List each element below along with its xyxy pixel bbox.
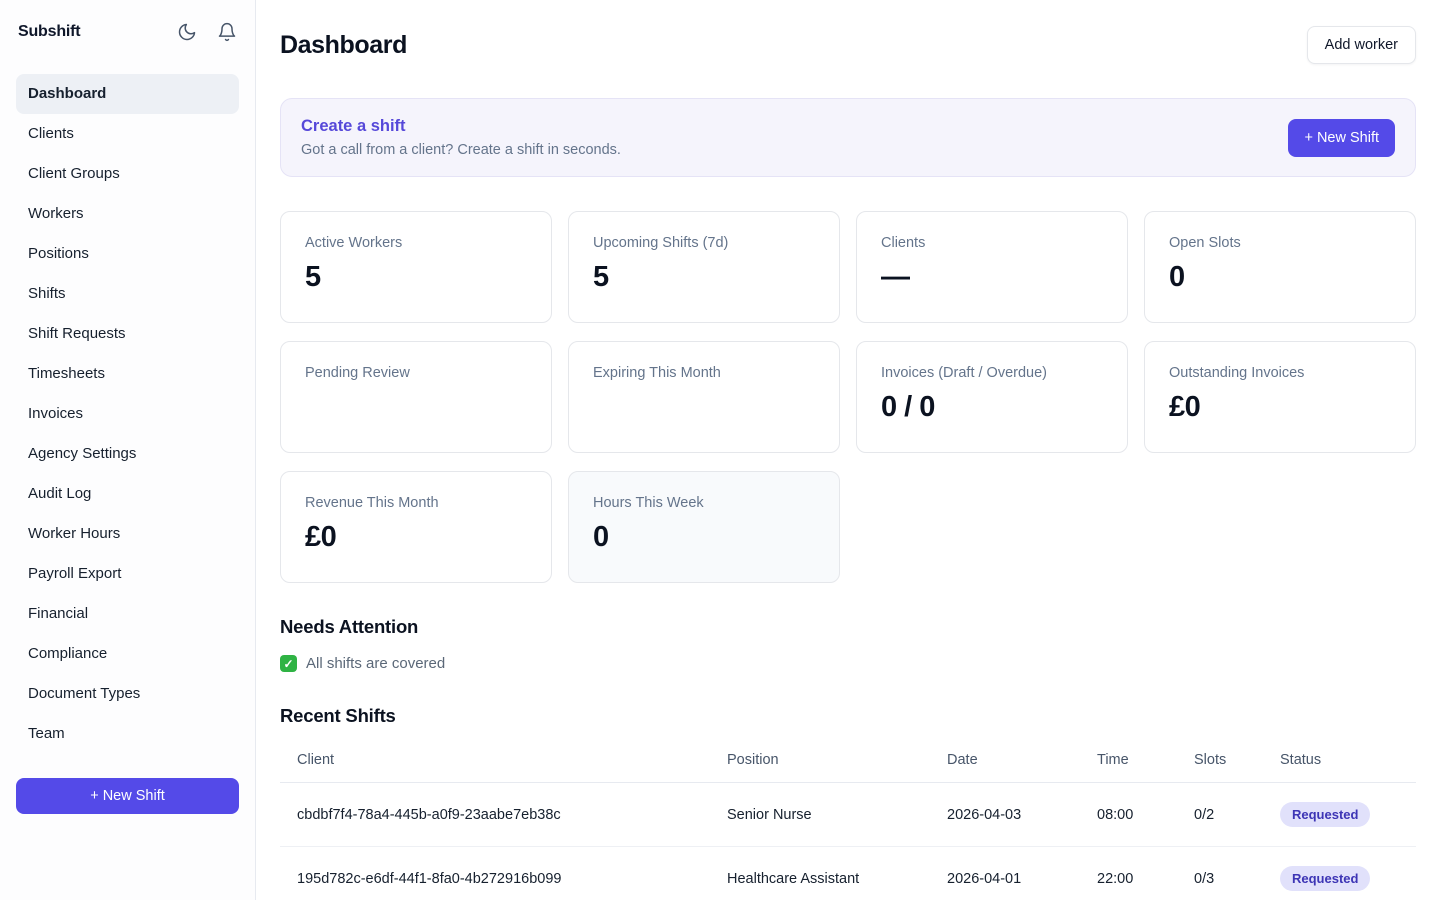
banner-new-shift-button[interactable]: + New Shift bbox=[1288, 119, 1395, 157]
status-badge: Requested bbox=[1280, 866, 1370, 891]
stat-value: £0 bbox=[1169, 391, 1391, 425]
sidebar-item-dashboard[interactable]: Dashboard bbox=[16, 74, 239, 114]
table-header-row: ClientPositionDateTimeSlotsStatus bbox=[280, 740, 1416, 783]
stat-card-pending-review: Pending Review bbox=[280, 341, 552, 453]
recent-shifts-title: Recent Shifts bbox=[280, 705, 1416, 727]
recent-shifts-table: ClientPositionDateTimeSlotsStatus cbdbf7… bbox=[280, 740, 1416, 900]
sidebar-item-compliance[interactable]: Compliance bbox=[16, 634, 239, 674]
cell-slots: 0/2 bbox=[1194, 783, 1280, 847]
stat-value: 0 / 0 bbox=[881, 391, 1103, 425]
cell-position: Healthcare Assistant bbox=[727, 847, 947, 900]
brand-title: Subshift bbox=[18, 23, 80, 41]
app-root: Subshift DashboardClientsClient GroupsWo… bbox=[0, 0, 1440, 900]
column-header-slots: Slots bbox=[1194, 740, 1280, 783]
sidebar-item-payroll-export[interactable]: Payroll Export bbox=[16, 554, 239, 594]
stat-label: Expiring This Month bbox=[593, 365, 815, 381]
stat-card-upcoming-shifts-7d: Upcoming Shifts (7d) 5 bbox=[568, 211, 840, 323]
cell-date: 2026-04-01 bbox=[947, 847, 1097, 900]
banner-title: Create a shift bbox=[301, 117, 621, 136]
stat-value: — bbox=[881, 261, 1103, 295]
stat-card-active-workers: Active Workers 5 bbox=[280, 211, 552, 323]
stat-label: Upcoming Shifts (7d) bbox=[593, 235, 815, 251]
sidebar-header: Subshift bbox=[16, 22, 239, 42]
stat-card-invoices-draft-overdue: Invoices (Draft / Overdue) 0 / 0 bbox=[856, 341, 1128, 453]
stat-card-hours-this-week: Hours This Week 0 bbox=[568, 471, 840, 583]
cell-position: Senior Nurse bbox=[727, 783, 947, 847]
sidebar-item-agency-settings[interactable]: Agency Settings bbox=[16, 434, 239, 474]
banner-subtitle: Got a call from a client? Create a shift… bbox=[301, 142, 621, 158]
stat-card-outstanding-invoices: Outstanding Invoices £0 bbox=[1144, 341, 1416, 453]
stat-label: Clients bbox=[881, 235, 1103, 251]
stat-card-expiring-this-month: Expiring This Month bbox=[568, 341, 840, 453]
sidebar-item-invoices[interactable]: Invoices bbox=[16, 394, 239, 434]
cell-slots: 0/3 bbox=[1194, 847, 1280, 900]
stat-label: Open Slots bbox=[1169, 235, 1391, 251]
check-icon: ✓ bbox=[280, 655, 297, 672]
column-header-position: Position bbox=[727, 740, 947, 783]
cell-status: Requested bbox=[1280, 847, 1416, 900]
column-header-date: Date bbox=[947, 740, 1097, 783]
sidebar-new-shift-button[interactable]: + New Shift bbox=[16, 778, 239, 814]
sidebar-item-audit-log[interactable]: Audit Log bbox=[16, 474, 239, 514]
sidebar-item-positions[interactable]: Positions bbox=[16, 234, 239, 274]
main-header: Dashboard Add worker bbox=[280, 26, 1416, 64]
stat-label: Active Workers bbox=[305, 235, 527, 251]
sidebar-item-shift-requests[interactable]: Shift Requests bbox=[16, 314, 239, 354]
stat-value bbox=[305, 391, 527, 425]
moon-icon[interactable] bbox=[177, 22, 197, 42]
stats-grid: Active Workers 5 Upcoming Shifts (7d) 5 Clie… bbox=[280, 211, 1416, 583]
column-header-status: Status bbox=[1280, 740, 1416, 783]
sidebar-item-shifts[interactable]: Shifts bbox=[16, 274, 239, 314]
sidebar-item-worker-hours[interactable]: Worker Hours bbox=[16, 514, 239, 554]
cell-client: 195d782c-e6df-44f1-8fa0-4b272916b099 bbox=[280, 847, 727, 900]
sidebar-item-financial[interactable]: Financial bbox=[16, 594, 239, 634]
needs-attention-title: Needs Attention bbox=[280, 616, 1416, 638]
stat-label: Invoices (Draft / Overdue) bbox=[881, 365, 1103, 381]
sidebar-header-icons bbox=[177, 22, 237, 42]
stat-label: Outstanding Invoices bbox=[1169, 365, 1391, 381]
sidebar-item-client-groups[interactable]: Client Groups bbox=[16, 154, 239, 194]
create-shift-banner: Create a shift Got a call from a client?… bbox=[280, 98, 1416, 177]
table-row[interactable]: cbdbf7f4-78a4-445b-a0f9-23aabe7eb38cSeni… bbox=[280, 783, 1416, 847]
stat-value: 5 bbox=[305, 261, 527, 295]
add-worker-button[interactable]: Add worker bbox=[1307, 26, 1416, 64]
stat-value: £0 bbox=[305, 521, 527, 555]
cell-time: 08:00 bbox=[1097, 783, 1194, 847]
stat-card-revenue-this-month: Revenue This Month £0 bbox=[280, 471, 552, 583]
sidebar-item-timesheets[interactable]: Timesheets bbox=[16, 354, 239, 394]
sidebar-nav: DashboardClientsClient GroupsWorkersPosi… bbox=[16, 74, 239, 754]
main-content: Dashboard Add worker Create a shift Got … bbox=[256, 0, 1440, 900]
stat-label: Pending Review bbox=[305, 365, 527, 381]
cell-status: Requested bbox=[1280, 783, 1416, 847]
sidebar-item-document-types[interactable]: Document Types bbox=[16, 674, 239, 714]
cell-client: cbdbf7f4-78a4-445b-a0f9-23aabe7eb38c bbox=[280, 783, 727, 847]
status-badge: Requested bbox=[1280, 802, 1370, 827]
stat-label: Hours This Week bbox=[593, 495, 815, 511]
stat-label: Revenue This Month bbox=[305, 495, 527, 511]
sidebar-item-clients[interactable]: Clients bbox=[16, 114, 239, 154]
cell-time: 22:00 bbox=[1097, 847, 1194, 900]
banner-text: Create a shift Got a call from a client?… bbox=[301, 117, 621, 158]
sidebar: Subshift DashboardClientsClient GroupsWo… bbox=[0, 0, 256, 900]
needs-attention-row: ✓ All shifts are covered bbox=[280, 655, 1416, 672]
bell-icon[interactable] bbox=[217, 22, 237, 42]
page-title: Dashboard bbox=[280, 31, 407, 60]
needs-attention-message: All shifts are covered bbox=[306, 655, 445, 672]
stat-value: 0 bbox=[593, 521, 815, 555]
stat-value: 0 bbox=[1169, 261, 1391, 295]
stat-card-clients: Clients — bbox=[856, 211, 1128, 323]
stat-value: 5 bbox=[593, 261, 815, 295]
stat-card-open-slots: Open Slots 0 bbox=[1144, 211, 1416, 323]
column-header-time: Time bbox=[1097, 740, 1194, 783]
cell-date: 2026-04-03 bbox=[947, 783, 1097, 847]
stat-value bbox=[593, 391, 815, 425]
column-header-client: Client bbox=[280, 740, 727, 783]
table-row[interactable]: 195d782c-e6df-44f1-8fa0-4b272916b099Heal… bbox=[280, 847, 1416, 900]
sidebar-item-workers[interactable]: Workers bbox=[16, 194, 239, 234]
sidebar-item-team[interactable]: Team bbox=[16, 714, 239, 754]
